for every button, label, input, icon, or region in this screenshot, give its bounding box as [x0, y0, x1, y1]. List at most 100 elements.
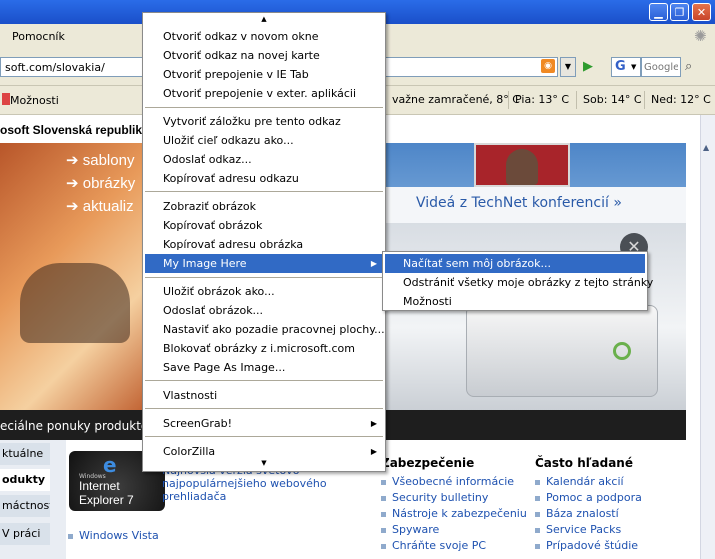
ie-text-2: najpopulárnejšieho webového [162, 477, 327, 490]
bullet-icon [535, 511, 540, 517]
nav-item-home[interactable]: máctnosti [0, 495, 50, 517]
rss-icon[interactable]: ◉ [541, 59, 555, 73]
xbox-power-icon [613, 342, 631, 360]
security-link[interactable]: Spyware [392, 523, 439, 536]
hero-line-3: aktualiz [82, 198, 134, 215]
chevron-down-icon: ▼ [631, 63, 637, 71]
bullet-icon [68, 533, 73, 539]
search-icon[interactable]: ⌕ [685, 59, 692, 74]
technet-link[interactable]: Videá z TechNet konferencií » [416, 195, 622, 211]
menu-help[interactable]: Pomocník [12, 30, 65, 43]
weather-now[interactable]: važne zamračené, 8° C [385, 91, 526, 109]
menu-save-image-as[interactable]: Uložiť obrázok ako... [145, 282, 383, 301]
ie-logo-line1: Internet [79, 479, 120, 493]
frequent-heading: Často hľadané [535, 456, 633, 470]
menu-view-image[interactable]: Zobraziť obrázok [145, 197, 383, 216]
submenu-arrow-icon: ▶ [370, 419, 377, 428]
bullet-icon [381, 543, 386, 549]
bullet-icon [535, 495, 540, 501]
left-nav: ktuálne odukty máctnosti V práci [0, 440, 66, 559]
menu-separator [145, 191, 383, 192]
nav-item-news[interactable]: ktuálne [0, 443, 50, 465]
search-input[interactable] [641, 57, 681, 77]
security-link[interactable]: Všeobecné informácie [392, 475, 514, 488]
menu-save-link-as[interactable]: Uložiť cieľ odkazu ako... [145, 131, 383, 150]
menu-send-image[interactable]: Odoslať obrázok... [145, 301, 383, 320]
vertical-scrollbar[interactable]: ▲ [700, 115, 715, 559]
frequent-column: Často hľadané Kalendár akcií Pomoc a pod… [535, 456, 642, 554]
menu-set-desktop-background[interactable]: Nastaviť ako pozadie pracovnej plochy... [145, 320, 385, 339]
options-button[interactable]: Možnosti [10, 94, 59, 107]
hero-arrow-icon: ➔ [66, 152, 83, 169]
menu-block-images[interactable]: Blokovať obrázky z i.microsoft.com [145, 339, 383, 358]
menu-send-link[interactable]: Odoslať odkaz... [145, 150, 383, 169]
hero-line-1: sablony [82, 152, 135, 169]
vista-link-item[interactable]: Windows Vista [68, 529, 159, 542]
minimize-button[interactable]: ▁ [649, 3, 668, 21]
frequent-link[interactable]: Kalendár akcií [546, 475, 624, 488]
address-dropdown-icon[interactable]: ▼ [560, 57, 576, 77]
menu-screengrab[interactable]: ScreenGrab! ▶ [145, 414, 383, 433]
menu-my-image-label: My Image Here [163, 257, 247, 270]
menu-save-page-as-image[interactable]: Save Page As Image... [145, 358, 383, 377]
extension-icon[interactable] [2, 93, 10, 105]
security-link[interactable]: Chráňte svoje PC [392, 539, 486, 552]
menu-my-image-here[interactable]: My Image Here ▶ [145, 254, 383, 273]
maximize-button[interactable]: ❐ [670, 3, 689, 21]
submenu-load-image[interactable]: Načítať sem môj obrázok... [385, 254, 645, 273]
menu-open-external[interactable]: Otvoriť prepojenie v exter. aplikácii [145, 84, 383, 103]
menu-copy-image[interactable]: Kopírovať obrázok [145, 216, 383, 235]
menu-open-new-window[interactable]: Otvoriť odkaz v novom okne [145, 27, 383, 46]
menu-bookmark-link[interactable]: Vytvoriť záložku pre tento odkaz [145, 112, 383, 131]
security-link[interactable]: Nástroje k zabezpečeniu [392, 507, 527, 520]
security-link[interactable]: Security bulletiny [392, 491, 488, 504]
bullet-icon [381, 479, 386, 485]
menu-separator [145, 107, 383, 108]
submenu-options[interactable]: Možnosti [385, 292, 645, 311]
hero-arrow-icon: ➔ [66, 175, 83, 192]
weather-sun[interactable]: Ned: 12° C [644, 91, 715, 109]
nav-item-work[interactable]: V práci [0, 523, 50, 545]
technet-caption[interactable]: Videá z TechNet konferencií » [380, 187, 686, 223]
menu-copy-link-address[interactable]: Kopírovať adresu odkazu [145, 169, 383, 188]
menu-separator [145, 408, 383, 409]
hero-person [20, 263, 130, 343]
bullet-icon [381, 495, 386, 501]
bullet-icon [535, 543, 540, 549]
go-arrow-icon[interactable]: ▶ [583, 59, 593, 74]
bullet-icon [381, 527, 386, 533]
hero-photo[interactable]: ➔ sablony ➔ obrázky ➔ aktualiz [0, 143, 145, 413]
submenu-remove-images[interactable]: Odstrániť všetky moje obrázky z tejto st… [385, 273, 653, 292]
close-button[interactable]: ✕ [692, 3, 711, 21]
menu-scroll-down-icon[interactable]: ▼ [143, 459, 385, 467]
bullet-icon [535, 527, 540, 533]
menu-separator [145, 277, 383, 278]
scroll-up-icon[interactable]: ▲ [703, 143, 709, 152]
weather-sat[interactable]: Sob: 14° C [576, 91, 648, 109]
frequent-link[interactable]: Prípadové štúdie [546, 539, 638, 552]
menu-copy-image-address[interactable]: Kopírovať adresu obrázka [145, 235, 383, 254]
menu-scroll-up-icon[interactable]: ▲ [143, 15, 385, 23]
frequent-link[interactable]: Báza znalostí [546, 507, 619, 520]
bullet-icon [381, 511, 386, 517]
bullet-icon [535, 479, 540, 485]
google-icon: G [615, 59, 626, 74]
weather-fri[interactable]: Pia: 13° C [508, 91, 575, 109]
frequent-link[interactable]: Service Packs [546, 523, 621, 536]
menu-open-ie-tab[interactable]: Otvoriť prepojenie v IE Tab [145, 65, 383, 84]
security-heading: Zabezpečenie [381, 456, 475, 470]
menu-open-new-tab[interactable]: Otvoriť odkaz na novej karte [145, 46, 383, 65]
menu-properties[interactable]: Vlastnosti [145, 386, 383, 405]
xbox-console [466, 305, 658, 397]
frequent-link[interactable]: Pomoc a podpora [546, 491, 642, 504]
menu-colorzilla-label: ColorZilla [163, 445, 216, 458]
vista-link[interactable]: Windows Vista [79, 529, 159, 542]
nav-item-products[interactable]: odukty [0, 469, 50, 491]
menu-separator [145, 380, 383, 381]
search-engine-selector[interactable]: G ▼ [611, 57, 641, 77]
hero-line-2: obrázky [82, 175, 136, 192]
throbber-icon: ✺ [694, 27, 707, 45]
submenu-arrow-icon: ▶ [370, 259, 377, 268]
my-image-submenu: Načítať sem môj obrázok... Odstrániť vše… [382, 251, 653, 311]
ie-logo-line2: Explorer 7 [79, 493, 134, 507]
